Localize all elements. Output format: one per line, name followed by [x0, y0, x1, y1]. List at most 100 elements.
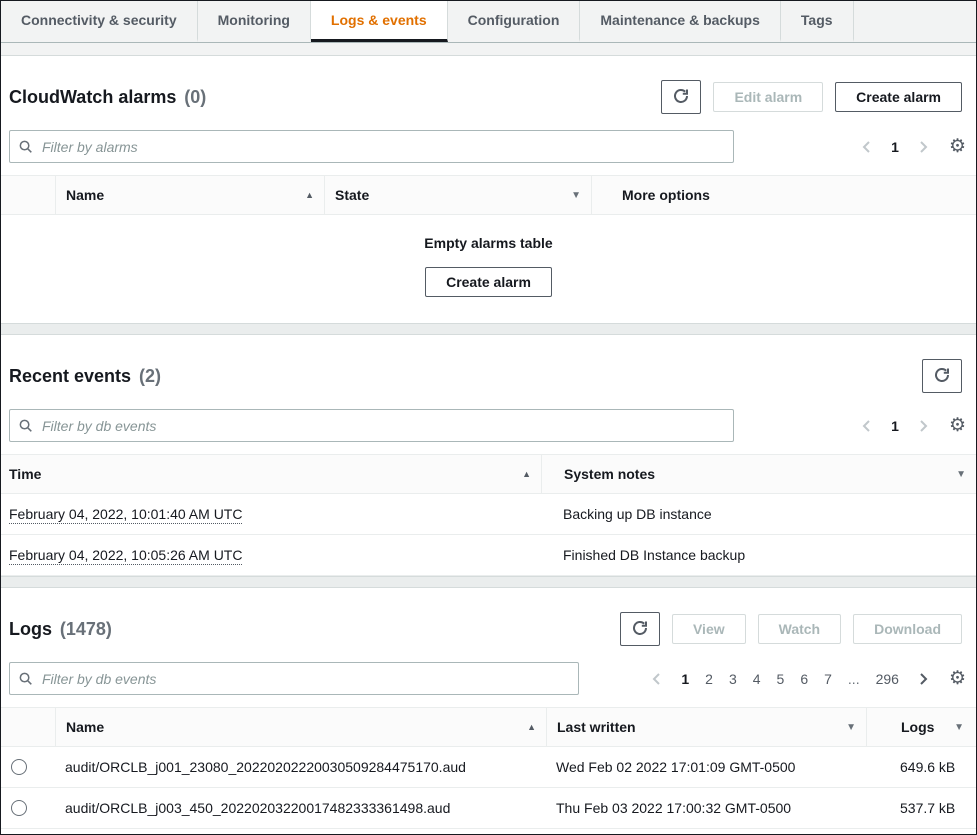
logs-filter [9, 662, 579, 695]
log-row-radio[interactable] [11, 800, 27, 816]
logs-refresh-button[interactable] [620, 612, 660, 646]
alarms-state-header[interactable]: State ▼ [324, 176, 591, 214]
log-row-radio[interactable] [11, 759, 27, 775]
log-row: audit/ORCLB_j001_23080_20220202220030509… [1, 747, 976, 788]
alarms-selection-header [1, 176, 55, 214]
logs-page-2[interactable]: 2 [705, 671, 713, 687]
chevron-left-icon[interactable] [859, 139, 875, 155]
logs-filter-input[interactable] [9, 662, 579, 695]
empty-create-alarm-button[interactable]: Create alarm [425, 267, 552, 297]
filter-down-icon[interactable]: ▼ [956, 469, 966, 480]
logs-section-title: Logs (1478) [9, 619, 112, 640]
recent-events-section: Recent events (2) [1, 335, 976, 576]
logs-title: Logs [9, 619, 52, 639]
alarms-table-header: Name ▲ State ▼ More options [1, 175, 976, 215]
tab-bar: Connectivity & security Monitoring Logs … [1, 1, 976, 43]
alarms-name-header[interactable]: Name ▲ [55, 176, 324, 214]
create-alarm-button[interactable]: Create alarm [835, 82, 962, 112]
log-size: 537.7 kB [866, 790, 976, 826]
chevron-left-icon[interactable] [649, 671, 665, 687]
logs-page-5[interactable]: 5 [777, 671, 785, 687]
alarms-filter [9, 130, 734, 163]
log-name: audit/ORCLB_j003_450_2022020322001748233… [55, 790, 546, 826]
events-title: Recent events [9, 366, 131, 386]
logs-settings-gear-icon[interactable]: ⚙ [949, 669, 966, 688]
event-row: February 04, 2022, 10:01:40 AM UTC Backi… [1, 494, 976, 535]
sort-asc-icon[interactable]: ▲ [522, 469, 531, 479]
alarms-section-title: CloudWatch alarms (0) [9, 87, 206, 108]
alarms-more-options-header: More options [591, 176, 976, 214]
logs-page-1[interactable]: 1 [681, 671, 689, 687]
search-icon [18, 671, 33, 689]
log-last-written: Thu Feb 03 2022 17:00:32 GMT-0500 [546, 790, 866, 826]
events-table-header: Time ▲ System notes ▼ [1, 454, 976, 494]
tab-configuration[interactable]: Configuration [448, 1, 581, 42]
filter-down-icon[interactable]: ▼ [954, 722, 964, 733]
alarms-empty-text: Empty alarms table [1, 235, 976, 251]
search-icon [18, 418, 33, 436]
alarms-page-1[interactable]: 1 [891, 139, 899, 155]
tab-maintenance-backups[interactable]: Maintenance & backups [580, 1, 781, 42]
filter-down-icon[interactable]: ▼ [571, 190, 581, 201]
event-time: February 04, 2022, 10:05:26 AM UTC [1, 537, 541, 573]
tab-logs-events[interactable]: Logs & events [311, 1, 448, 42]
logs-page-3[interactable]: 3 [729, 671, 737, 687]
events-section-title: Recent events (2) [9, 366, 161, 387]
alarms-count: (0) [184, 87, 206, 107]
log-row: audit/ORCLB_j003_450_2022020322001748233… [1, 788, 976, 829]
events-pager: 1 [859, 418, 931, 434]
event-time: February 04, 2022, 10:01:40 AM UTC [1, 496, 541, 532]
sort-asc-icon[interactable]: ▲ [305, 190, 314, 200]
sort-asc-icon[interactable]: ▲ [527, 722, 536, 732]
logs-page-4[interactable]: 4 [753, 671, 761, 687]
tab-gap [1, 43, 976, 56]
logs-name-header[interactable]: Name ▲ [55, 708, 546, 746]
refresh-icon [673, 88, 689, 107]
section-divider [1, 576, 976, 588]
view-log-button[interactable]: View [672, 614, 746, 644]
logs-last-written-header[interactable]: Last written ▼ [546, 708, 866, 746]
event-notes: Finished DB Instance backup [541, 537, 976, 573]
tab-connectivity-security[interactable]: Connectivity & security [1, 1, 198, 42]
chevron-right-icon[interactable] [915, 418, 931, 434]
events-filter-input[interactable] [9, 409, 734, 442]
logs-page-6[interactable]: 6 [800, 671, 808, 687]
refresh-icon [632, 620, 648, 639]
section-divider [1, 323, 976, 335]
alarms-pager: 1 [859, 139, 931, 155]
refresh-icon [934, 367, 950, 386]
alarms-title: CloudWatch alarms [9, 87, 176, 107]
chevron-right-icon[interactable] [915, 671, 931, 687]
logs-table-header: Name ▲ Last written ▼ Logs ▼ [1, 707, 976, 747]
chevron-right-icon[interactable] [915, 139, 931, 155]
logs-page-7[interactable]: 7 [824, 671, 832, 687]
events-refresh-button[interactable] [922, 359, 962, 393]
log-name: audit/ORCLB_j001_23080_20220202220030509… [55, 749, 546, 785]
event-row: February 04, 2022, 10:05:26 AM UTC Finis… [1, 535, 976, 576]
alarms-empty-state: Empty alarms table Create alarm [1, 215, 976, 323]
logs-page-296[interactable]: 296 [876, 671, 899, 687]
download-log-button[interactable]: Download [853, 614, 962, 644]
chevron-left-icon[interactable] [859, 418, 875, 434]
tab-tags[interactable]: Tags [781, 1, 854, 42]
alarms-filter-input[interactable] [9, 130, 734, 163]
tab-monitoring[interactable]: Monitoring [198, 1, 311, 42]
log-size: 649.6 kB [866, 749, 976, 785]
alarms-settings-gear-icon[interactable]: ⚙ [949, 137, 966, 156]
alarms-refresh-button[interactable] [661, 80, 701, 114]
rds-details-page: Connectivity & security Monitoring Logs … [0, 0, 977, 835]
events-filter [9, 409, 734, 442]
events-time-header[interactable]: Time ▲ [1, 455, 541, 493]
filter-down-icon[interactable]: ▼ [846, 722, 856, 733]
logs-section: Logs (1478) View Watch Download [1, 588, 976, 829]
events-page-1[interactable]: 1 [891, 418, 899, 434]
log-last-written: Wed Feb 02 2022 17:01:09 GMT-0500 [546, 749, 866, 785]
search-icon [18, 139, 33, 157]
logs-size-header[interactable]: Logs ▼ [866, 708, 976, 746]
logs-count: (1478) [60, 619, 112, 639]
events-system-notes-header[interactable]: System notes ▼ [541, 455, 976, 493]
event-notes: Backing up DB instance [541, 496, 976, 532]
edit-alarm-button[interactable]: Edit alarm [713, 82, 823, 112]
watch-log-button[interactable]: Watch [758, 614, 841, 644]
events-settings-gear-icon[interactable]: ⚙ [949, 416, 966, 435]
